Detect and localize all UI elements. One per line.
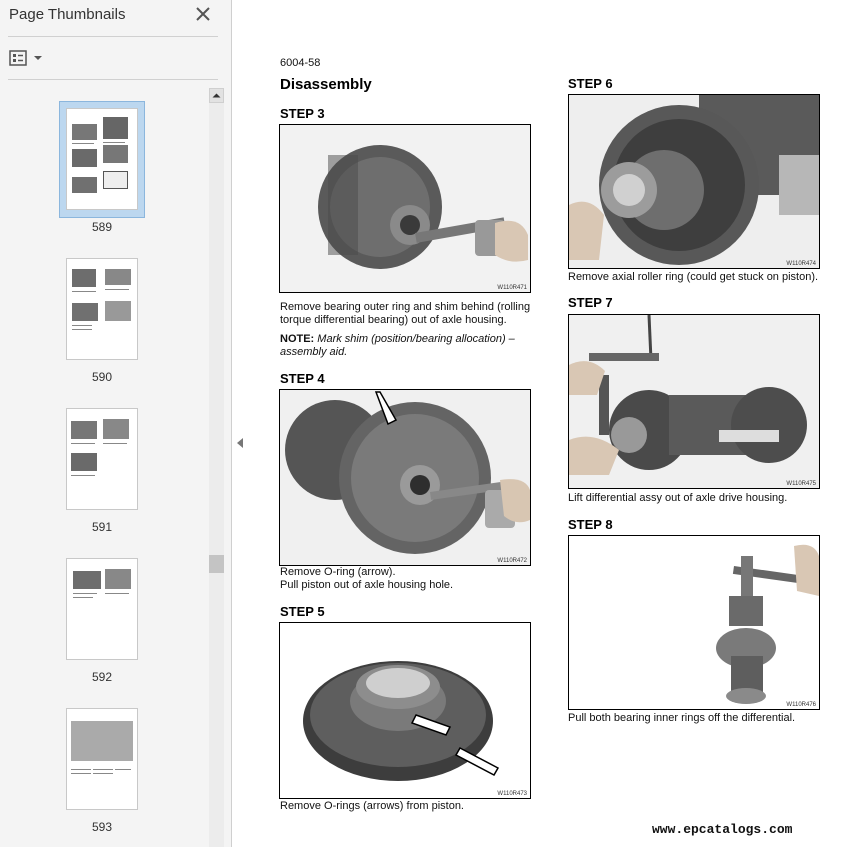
page-thumbnails-panel: Page Thumbnails 589 590 591 592 593 [0, 0, 232, 847]
thumbnail-label: 590 [91, 370, 113, 384]
thumbnail-options-button[interactable] [8, 48, 46, 68]
step-3-note: NOTE: Mark shim (position/bearing alloca… [280, 333, 532, 359]
thumbnail-page-589[interactable] [66, 108, 138, 210]
thumbnail-page-591[interactable] [66, 408, 138, 510]
chevron-left-icon [237, 438, 243, 448]
step-3-photo: W110R471 [279, 124, 531, 293]
figure-code: W110R471 [497, 285, 527, 291]
scrollbar-thumb[interactable] [209, 555, 224, 573]
step-4-caption-line1: Remove O-ring (arrow). [280, 566, 396, 578]
collapse-panel-button[interactable] [235, 436, 245, 450]
step-4-photo: W110R472 [279, 389, 531, 566]
document-page: 6004-58 Disassembly STEP 3 W110R471 Remo… [250, 0, 865, 847]
step-5-heading: STEP 5 [280, 604, 325, 619]
close-panel-button[interactable] [193, 4, 213, 24]
thumbnail-label: 593 [91, 820, 113, 834]
figure-code: W110R476 [786, 702, 816, 708]
step-6-heading: STEP 6 [568, 76, 613, 91]
panel-divider [8, 79, 218, 80]
list-options-icon [9, 50, 42, 66]
panel-title: Page Thumbnails [9, 6, 126, 23]
step-4-heading: STEP 4 [280, 371, 325, 386]
close-icon [196, 7, 210, 21]
step-3-heading: STEP 3 [280, 106, 325, 121]
thumbnail-label: 592 [91, 670, 113, 684]
note-label: NOTE: [280, 333, 315, 345]
step-8-caption: Pull both bearing inner rings off the di… [568, 712, 796, 724]
thumbnail-label: 589 [91, 220, 113, 234]
chevron-up-icon [212, 93, 221, 98]
figure-code: W110R473 [497, 791, 527, 797]
figure-code: W110R475 [786, 481, 816, 487]
chevron-down-icon [34, 56, 42, 60]
step-5-caption: Remove O-rings (arrows) from piston. [280, 800, 464, 812]
step-7-photo: W110R475 [568, 314, 820, 489]
figure-code: W110R472 [497, 558, 527, 564]
step-3-caption: Remove bearing outer ring and shim behin… [280, 301, 531, 326]
step-8-photo: W110R476 [568, 535, 820, 710]
step-7-heading: STEP 7 [568, 295, 613, 310]
step-7-caption: Lift differential assy out of axle drive… [568, 492, 788, 504]
step-6-photo: W110R474 [568, 94, 820, 269]
section-title: Disassembly [280, 76, 372, 93]
thumbnail-scrollbar[interactable] [209, 88, 224, 847]
panel-divider [8, 36, 218, 37]
thumbnail-page-590[interactable] [66, 258, 138, 360]
thumbnail-label: 591 [91, 520, 113, 534]
note-text: Mark shim (position/bearing allocation) … [280, 333, 515, 358]
step-5-photo: W110R473 [279, 622, 531, 799]
thumbnail-page-592[interactable] [66, 558, 138, 660]
figure-code: W110R474 [786, 261, 816, 267]
step-8-heading: STEP 8 [568, 517, 613, 532]
step-4-caption-line2: Pull piston out of axle housing hole. [280, 579, 454, 591]
step-6-caption: Remove axial roller ring (could get stuc… [568, 271, 819, 283]
watermark-url: www.epcatalogs.com [652, 822, 793, 837]
scroll-up-button[interactable] [209, 88, 224, 103]
page-reference: 6004-58 [280, 57, 321, 69]
thumbnail-page-593[interactable] [66, 708, 138, 810]
